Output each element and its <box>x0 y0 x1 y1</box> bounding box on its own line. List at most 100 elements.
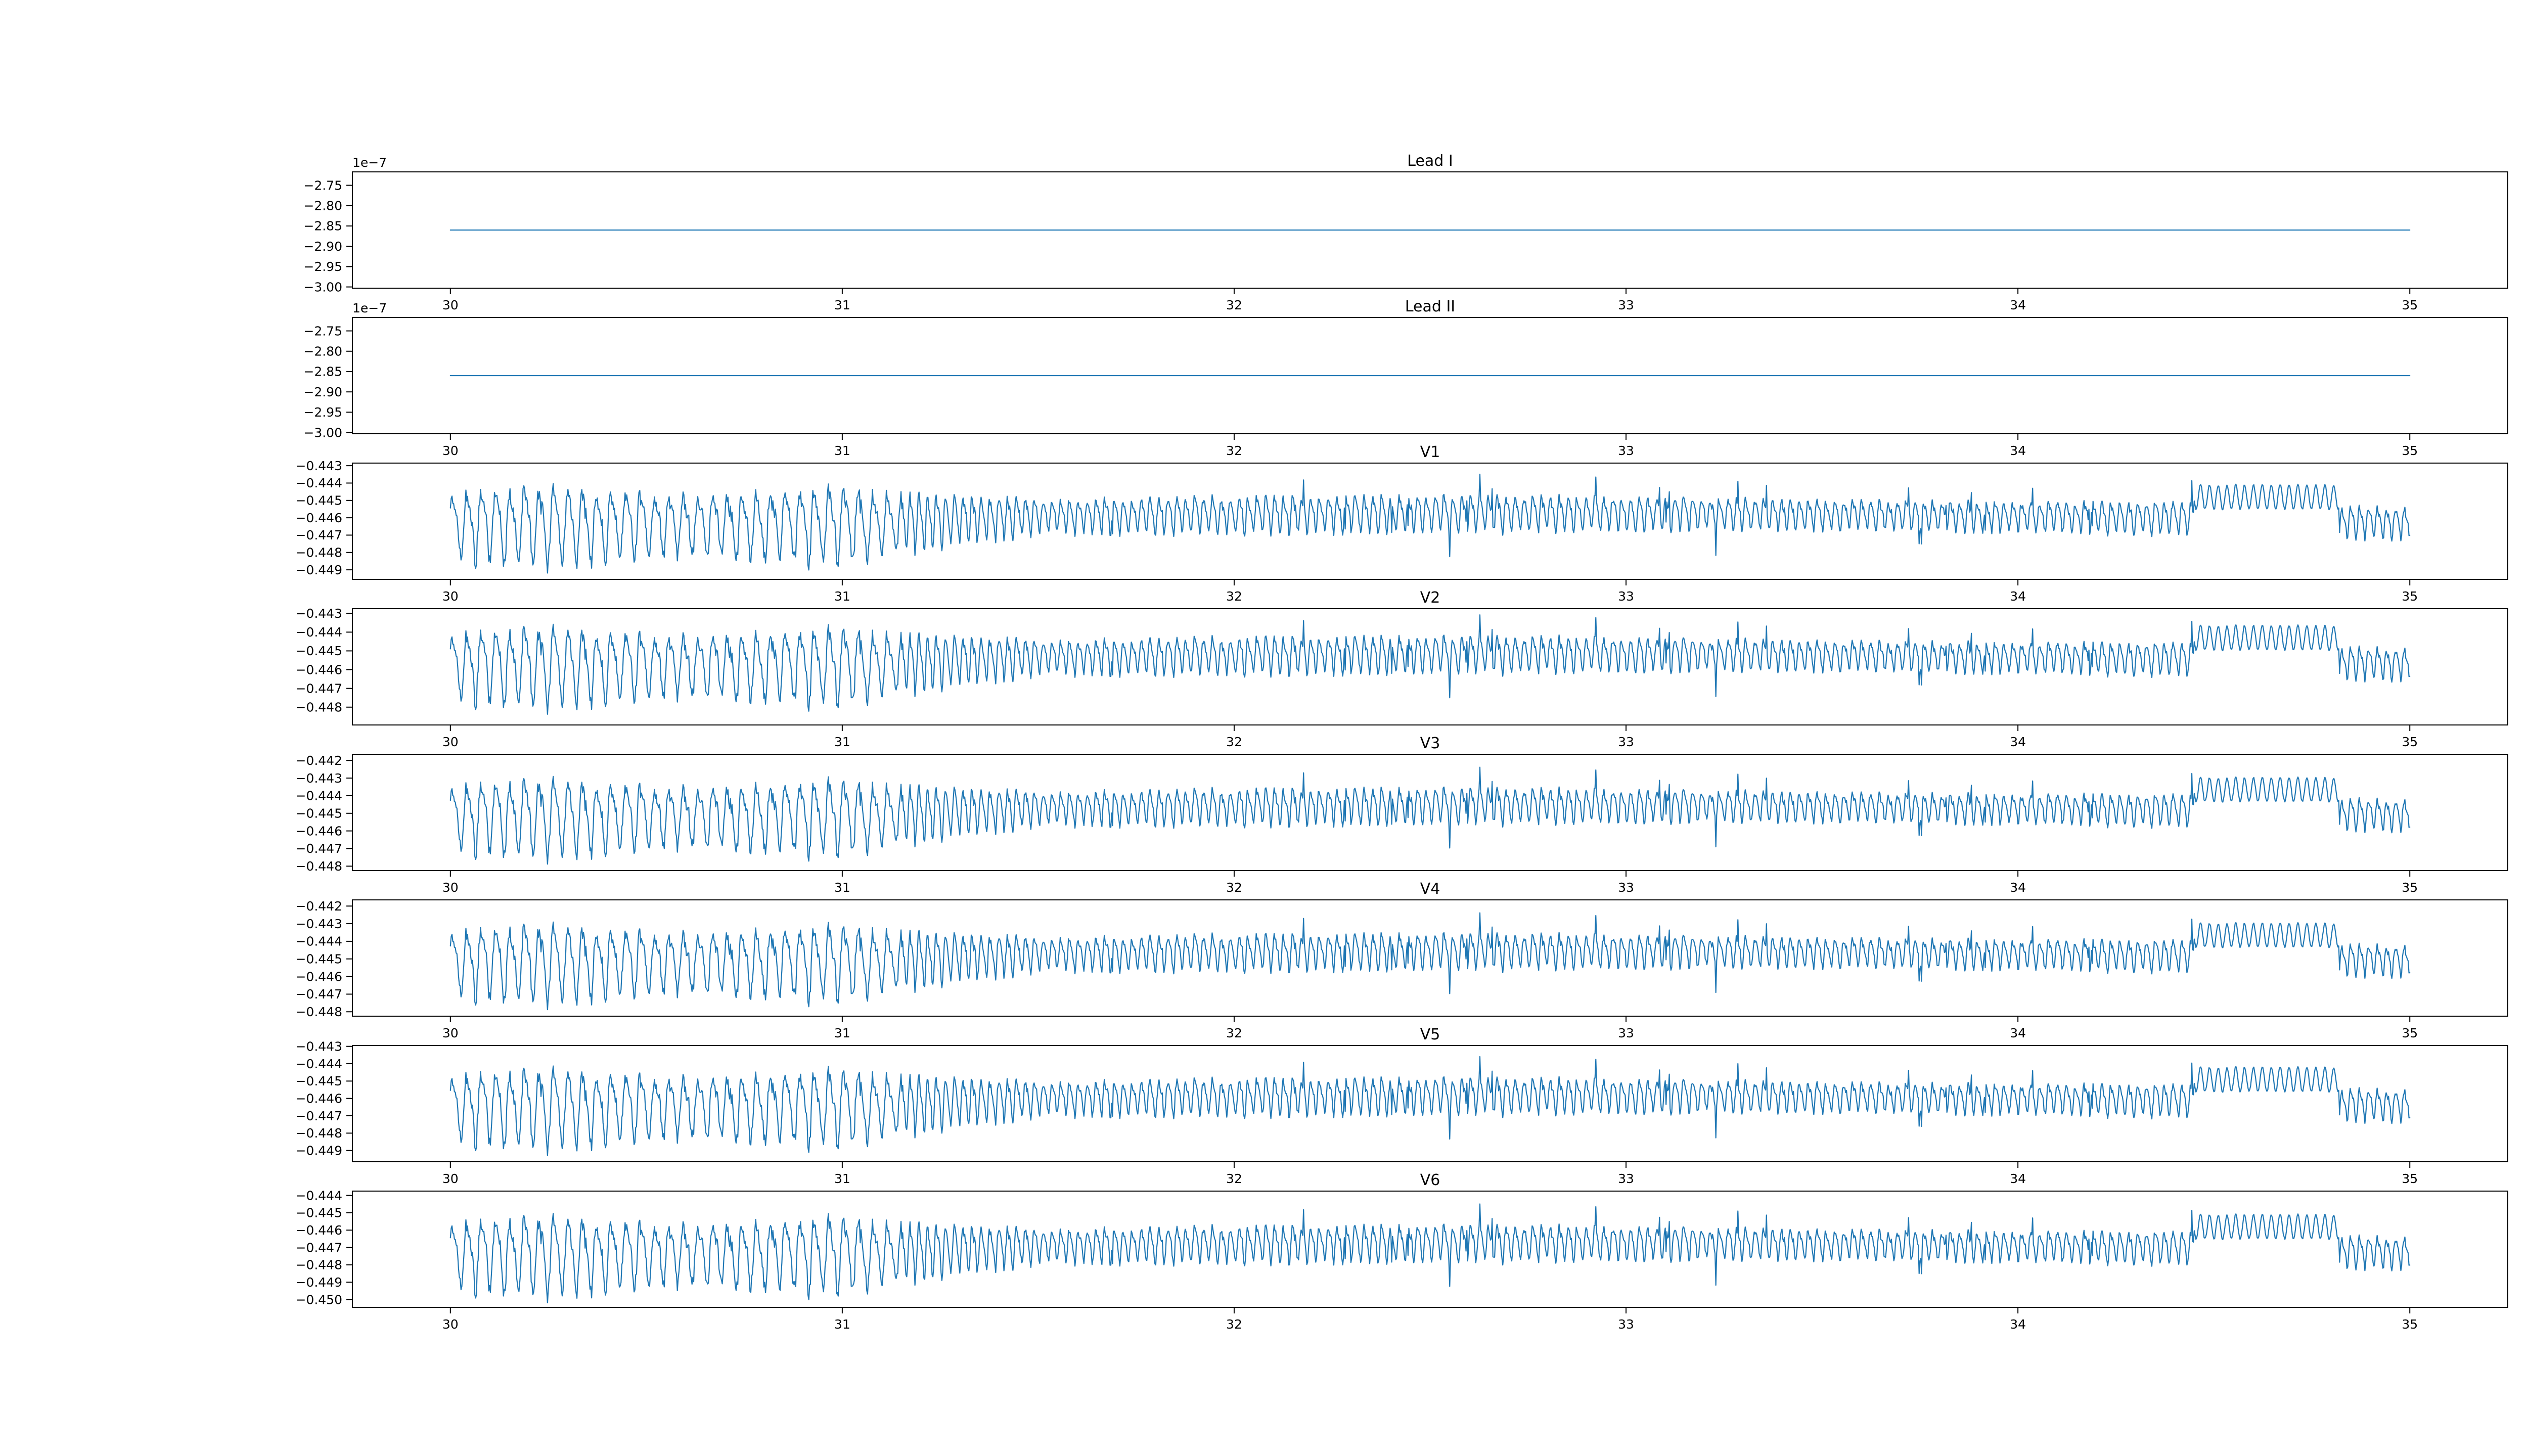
panel-lead-i: Lead I 1e−7 −2.75 −2.80 −2.85 −2.90 −2.95 −3.00… <box>303 152 2508 312</box>
panel-v3-ytick-label: −0.445 <box>295 806 342 821</box>
panel-v4-ytick-label: −0.448 <box>295 1005 342 1019</box>
panel-v2-ytick-label: −0.446 <box>295 662 342 677</box>
panel-v2-title: V2 <box>1420 589 1440 607</box>
panel-lead-ii-xtick-label: 35 <box>2402 443 2418 458</box>
panel-v2: V2 −0.443 −0.444 −0.445 −0.446 −0.447 −0.448 30… <box>295 589 2508 749</box>
panel-v4-ytick-label: −0.444 <box>295 934 342 949</box>
panel-v2-xtick-label: 32 <box>1226 735 1242 749</box>
panel-v6: V6 −0.444 −0.445 −0.446 −0.447 −0.448 −0.449 −0… <box>295 1171 2508 1332</box>
ecg-figure: Lead I 1e−7 −2.75 −2.80 −2.85 −2.90 −2.95 −3.00… <box>0 0 2528 1456</box>
panel-lead-ii-xtick-label: 32 <box>1226 443 1242 458</box>
panel-v5-xtick-label: 35 <box>2402 1171 2418 1186</box>
panel-v4-xtick-label: 33 <box>1618 1026 1634 1040</box>
panel-lead-i-xtick-label: 34 <box>2010 298 2026 312</box>
panel-v3-xtick-label: 33 <box>1618 880 1634 895</box>
panel-v6-ytick-label: −0.445 <box>295 1206 342 1220</box>
panel-v3-xtick-label: 30 <box>442 880 459 895</box>
panel-lead-i-xtick-label: 30 <box>442 298 459 312</box>
panel-lead-i-ytick-label: −2.90 <box>303 239 342 254</box>
panel-v3-waveform <box>449 766 2411 865</box>
panel-v3-xtick-label: 32 <box>1226 880 1242 895</box>
panel-v2-ytick-label: −0.448 <box>295 700 342 715</box>
panel-v1-xtick-label: 32 <box>1226 589 1242 604</box>
panel-lead-i-xtick-label: 32 <box>1226 298 1242 312</box>
panel-v3-ytick-label: −0.444 <box>295 789 342 803</box>
panel-v3-title: V3 <box>1420 735 1440 752</box>
panel-lead-i-xtick-label: 35 <box>2402 298 2418 312</box>
panel-lead-i-xtick-label: 31 <box>834 298 850 312</box>
panel-lead-ii-ytick-label: −2.90 <box>303 385 342 399</box>
panel-v1-ytick-label: −0.449 <box>295 563 342 577</box>
panel-v6-ytick-label: −0.448 <box>295 1258 342 1272</box>
panel-v2-xtick-label: 30 <box>442 735 459 749</box>
panel-v3-ytick-label: −0.448 <box>295 859 342 874</box>
panel-v3-ytick-label: −0.443 <box>295 771 342 786</box>
panel-v2-ytick-label: −0.447 <box>295 681 342 696</box>
panel-lead-ii-ytick-label: −2.80 <box>303 344 342 358</box>
panel-v3: V3 −0.442 −0.443 −0.444 −0.445 −0.446 −0.447 −0… <box>295 735 2508 895</box>
panel-lead-ii-ytick-label: −2.75 <box>303 324 342 338</box>
panel-v5-xtick-label: 34 <box>2010 1171 2026 1186</box>
panel-v4-ytick-label: −0.446 <box>295 969 342 984</box>
panel-v1-ytick-label: −0.444 <box>295 476 342 490</box>
panel-v4-ytick-label: −0.443 <box>295 917 342 931</box>
panel-v5-xtick-label: 33 <box>1618 1171 1634 1186</box>
panel-v5-title: V5 <box>1420 1026 1440 1043</box>
panel-v1-ytick-label: −0.445 <box>295 493 342 508</box>
panel-v4-xtick-label: 31 <box>834 1026 850 1040</box>
panel-lead-ii-y-offset-label: 1e−7 <box>352 301 387 315</box>
panel-v5-ytick-label: −0.446 <box>295 1091 342 1106</box>
panel-v2-xtick-label: 33 <box>1618 735 1634 749</box>
panel-v6-ytick-label: −0.444 <box>295 1188 342 1203</box>
panel-v6-xtick-label: 30 <box>442 1317 459 1332</box>
panel-v6-ytick-label: −0.447 <box>295 1240 342 1255</box>
panel-v4-ytick-label: −0.447 <box>295 987 342 1002</box>
panel-v1-xtick-label: 34 <box>2010 589 2026 604</box>
panel-v3-ytick-label: −0.442 <box>295 753 342 768</box>
panel-v1-xtick-label: 35 <box>2402 589 2418 604</box>
panel-v4-ytick-label: −0.445 <box>295 951 342 966</box>
panel-v3-ytick-label: −0.446 <box>295 824 342 838</box>
panel-lead-i-ytick-label: −2.75 <box>303 178 342 193</box>
panel-lead-i-title: Lead I <box>1407 152 1453 170</box>
panel-v2-ytick-label: −0.443 <box>295 606 342 621</box>
panel-v4-xtick-label: 35 <box>2402 1026 2418 1040</box>
panel-v5-ytick-label: −0.445 <box>295 1074 342 1088</box>
panel-v1-ytick-label: −0.447 <box>295 528 342 542</box>
panel-lead-ii-ytick-label: −2.85 <box>303 365 342 379</box>
panel-v6-xtick-label: 35 <box>2402 1317 2418 1332</box>
panel-v4-ytick-label: −0.442 <box>295 899 342 914</box>
panel-v1-waveform <box>449 473 2411 574</box>
panel-v5-ytick-label: −0.444 <box>295 1057 342 1071</box>
panel-v5-ytick-label: −0.443 <box>295 1039 342 1054</box>
panel-v2-ytick-label: −0.444 <box>295 625 342 640</box>
panel-v6-xtick-label: 34 <box>2010 1317 2026 1332</box>
panel-lead-ii-title: Lead II <box>1405 298 1455 315</box>
panel-v4-xtick-label: 30 <box>442 1026 459 1040</box>
panel-v1: V1 −0.443 −0.444 −0.445 −0.446 −0.447 −0.448 −0… <box>295 443 2508 604</box>
panel-lead-i-ytick-label: −3.00 <box>303 280 342 294</box>
panel-lead-i-xtick-label: 33 <box>1618 298 1634 312</box>
panel-v5-waveform <box>449 1056 2411 1156</box>
panel-lead-ii-xtick-label: 31 <box>834 443 850 458</box>
panel-v4-xtick-label: 34 <box>2010 1026 2026 1040</box>
panel-lead-i-ytick-label: −2.80 <box>303 198 342 213</box>
panel-v2-xtick-label: 34 <box>2010 735 2026 749</box>
panel-v1-xtick-label: 30 <box>442 589 459 604</box>
panel-lead-ii-xtick-label: 33 <box>1618 443 1634 458</box>
panel-v6-xtick-label: 33 <box>1618 1317 1634 1332</box>
panel-lead-i-ytick-label: −2.85 <box>303 219 342 234</box>
panel-lead-i-y-offset-label: 1e−7 <box>352 155 387 170</box>
panel-v4-waveform <box>449 912 2411 1011</box>
panel-v1-xtick-label: 33 <box>1618 589 1634 604</box>
panel-v6-ytick-label: −0.450 <box>295 1292 342 1307</box>
panel-lead-ii-ytick-label: −3.00 <box>303 425 342 440</box>
panel-v3-xtick-label: 35 <box>2402 880 2418 895</box>
panel-v5-xtick-label: 32 <box>1226 1171 1242 1186</box>
panel-v5: V5 −0.443 −0.444 −0.445 −0.446 −0.447 −0.448 −0… <box>295 1026 2508 1186</box>
panel-v2-axes-frame <box>352 608 2508 725</box>
panel-v3-xtick-label: 31 <box>834 880 850 895</box>
panel-v5-ytick-label: −0.447 <box>295 1109 342 1123</box>
panel-v6-title: V6 <box>1420 1171 1440 1189</box>
panel-lead-ii-xtick-label: 34 <box>2010 443 2026 458</box>
